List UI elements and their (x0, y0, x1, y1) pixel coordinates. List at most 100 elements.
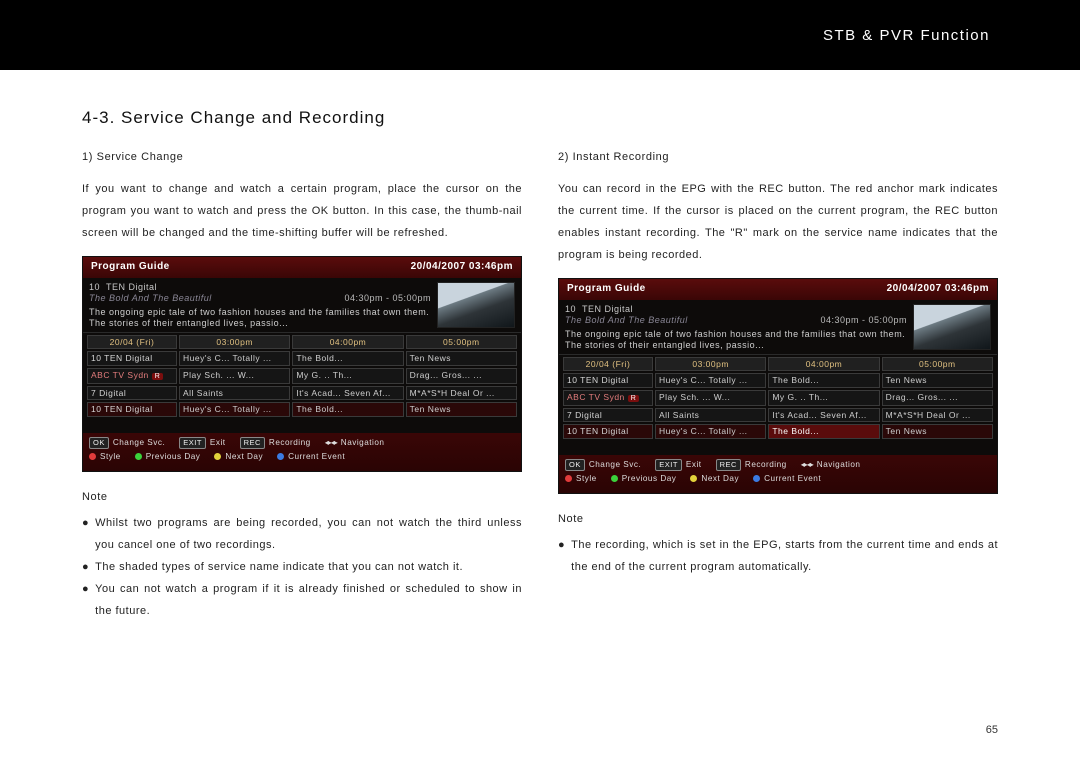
epg-grid-row[interactable]: 7 DigitalAll SaintsIt's Acad... Seven Af… (563, 408, 993, 423)
epg-footer-label: Current Event (764, 474, 821, 484)
epg-program-cell[interactable]: It's Acad... Seven Af... (768, 408, 879, 423)
epg-grid-row[interactable]: ABC TV SydnRPlay Sch. ... W...My G. .. T… (563, 390, 993, 406)
epg-program-cell[interactable]: Huey's C... Totally ... (179, 351, 290, 366)
epg-grid-head-cell: 03:00pm (655, 357, 766, 372)
bullet-text: You can not watch a program if it is alr… (95, 578, 522, 622)
bullet-dot-icon: ● (82, 578, 89, 622)
bullet-text: The recording, which is set in the EPG, … (571, 534, 998, 578)
epg-program-cell[interactable]: Ten News (406, 402, 517, 417)
epg-service-cell[interactable]: 10 TEN Digital (563, 424, 653, 439)
epg-footer-item: Style (565, 474, 597, 484)
epg-service-cell[interactable]: ABC TV SydnR (87, 368, 177, 384)
header-title: STB & PVR Function (823, 27, 990, 44)
epg-footer-item: OKChange Svc. (565, 459, 641, 470)
bullet-dot-icon: ● (82, 512, 89, 556)
epg-grid-head: 20/04 (Fri)03:00pm04:00pm05:00pm (563, 357, 993, 372)
epg-grid-row[interactable]: ABC TV SydnRPlay Sch. ... W...My G. .. T… (87, 368, 517, 384)
page-title: 4-3. Service Change and Recording (82, 108, 1080, 128)
epg-program-desc: The ongoing epic tale of two fashion hou… (89, 307, 431, 330)
right-column: 2) Instant Recording You can record in t… (558, 146, 998, 622)
epg-footer-label: Previous Day (622, 474, 677, 484)
epg-program-cell[interactable]: The Bold... (768, 373, 879, 388)
epg-program-cell[interactable]: All Saints (179, 386, 290, 401)
epg-service-cell[interactable]: 10 TEN Digital (87, 351, 177, 366)
epg-grid: 20/04 (Fri)03:00pm04:00pm05:00pm10 TEN D… (83, 332, 521, 421)
epg-program-cell[interactable]: Ten News (882, 373, 993, 388)
blue-dot-icon (753, 475, 760, 482)
epg-grid-head-cell: 20/04 (Fri) (87, 335, 177, 350)
epg-program-name: The Bold And The Beautiful (565, 315, 688, 325)
epg-program-cell[interactable]: All Saints (655, 408, 766, 423)
epg-footer-item: Current Event (753, 474, 821, 484)
left-notes: ●Whilst two programs are being recorded,… (82, 512, 522, 622)
epg-footer-item: RECRecording (716, 459, 787, 470)
epg-service-cell[interactable]: 10 TEN Digital (87, 402, 177, 417)
epg-program-cell[interactable]: The Bold... (292, 402, 403, 417)
epg-info-row: 10 TEN DigitalThe Bold And The Beautiful… (559, 300, 997, 354)
epg-grid-row[interactable]: 10 TEN DigitalHuey's C... Totally ...The… (87, 402, 517, 417)
epg-footer-label: Style (576, 474, 597, 484)
epg-grid: 20/04 (Fri)03:00pm04:00pm05:00pm10 TEN D… (559, 354, 997, 443)
epg-grid-head-cell: 05:00pm (406, 335, 517, 350)
epg-grid-row[interactable]: 10 TEN DigitalHuey's C... Totally ...The… (87, 351, 517, 366)
epg-footer-label: Change Svc. (113, 438, 165, 448)
epg-service-cell[interactable]: 7 Digital (563, 408, 653, 423)
epg-footer-label: Next Day (701, 474, 739, 484)
epg-program-cell[interactable]: The Bold... (768, 424, 879, 439)
epg-footer-label: Previous Day (146, 452, 201, 462)
epg-program-cell[interactable]: Play Sch. ... W... (179, 368, 290, 384)
epg-header: Program Guide20/04/2007 03:46pm (559, 279, 997, 300)
epg-grid-head-cell: 04:00pm (768, 357, 879, 372)
epg-program-cell[interactable]: Play Sch. ... W... (655, 390, 766, 406)
epg-thumbnail (913, 304, 991, 350)
epg-footer-item: Style (89, 452, 121, 462)
epg-program-cell[interactable]: Huey's C... Totally ... (655, 424, 766, 439)
epg-program-cell[interactable]: Huey's C... Totally ... (179, 402, 290, 417)
epg-grid-head: 20/04 (Fri)03:00pm04:00pm05:00pm (87, 335, 517, 350)
epg-footer-item: Previous Day (611, 474, 677, 484)
two-column-layout: 1) Service Change If you want to change … (0, 146, 1080, 622)
epg-footer-label: Exit (686, 460, 702, 470)
epg-program-cell[interactable]: My G. .. Th... (768, 390, 879, 406)
epg-grid-head-cell: 20/04 (Fri) (563, 357, 653, 372)
epg-service-cell[interactable]: ABC TV SydnR (563, 390, 653, 406)
note-bullet: ●The shaded types of service name indica… (82, 556, 522, 578)
epg-program-cell[interactable]: M*A*S*H Deal Or ... (882, 408, 993, 423)
rec-badge-icon: R (152, 373, 164, 380)
epg-footer-label: Recording (745, 460, 787, 470)
epg-program-cell[interactable]: Drag... Gros... ... (882, 390, 993, 406)
left-subhead: 1) Service Change (82, 146, 522, 168)
right-subhead: 2) Instant Recording (558, 146, 998, 168)
epg-footer-item: EXITExit (655, 459, 701, 470)
epg-header: Program Guide20/04/2007 03:46pm (83, 257, 521, 278)
epg-grid-head-cell: 04:00pm (292, 335, 403, 350)
epg-program-cell[interactable]: Ten News (406, 351, 517, 366)
epg-program-cell[interactable]: M*A*S*H Deal Or ... (406, 386, 517, 401)
epg-datetime: 20/04/2007 03:46pm (887, 283, 989, 296)
key-icon: OK (89, 437, 109, 448)
epg-service-cell[interactable]: 7 Digital (87, 386, 177, 401)
epg-program-cell[interactable]: Huey's C... Totally ... (655, 373, 766, 388)
epg-footer-label: Current Event (288, 452, 345, 462)
bullet-dot-icon: ● (558, 534, 565, 578)
epg-program-cell[interactable]: Ten News (882, 424, 993, 439)
epg-program-cell[interactable]: The Bold... (292, 351, 403, 366)
left-column: 1) Service Change If you want to change … (82, 146, 522, 622)
epg-thumbnail (437, 282, 515, 328)
epg-footer-label: Navigation (341, 438, 385, 448)
epg-grid-row[interactable]: 10 TEN DigitalHuey's C... Totally ...The… (563, 373, 993, 388)
epg-service-cell[interactable]: 10 TEN Digital (563, 373, 653, 388)
epg-grid-row[interactable]: 10 TEN DigitalHuey's C... Totally ...The… (563, 424, 993, 439)
epg-footer-label: Recording (269, 438, 311, 448)
green-dot-icon (135, 453, 142, 460)
epg-program-cell[interactable]: It's Acad... Seven Af... (292, 386, 403, 401)
epg-datetime: 20/04/2007 03:46pm (411, 261, 513, 274)
epg-grid-row[interactable]: 7 DigitalAll SaintsIt's Acad... Seven Af… (87, 386, 517, 401)
key-icon: EXIT (179, 437, 206, 448)
epg-screenshot-right: Program Guide20/04/2007 03:46pm10 TEN Di… (558, 278, 998, 494)
epg-program-cell[interactable]: My G. .. Th... (292, 368, 403, 384)
epg-footer-item: EXITExit (179, 437, 225, 448)
epg-footer-item: ◂▸◂▸Navigation (325, 437, 385, 448)
epg-program-cell[interactable]: Drag... Gros... ... (406, 368, 517, 384)
epg-screenshot-left: Program Guide20/04/2007 03:46pm 10 TEN Di… (82, 256, 522, 472)
